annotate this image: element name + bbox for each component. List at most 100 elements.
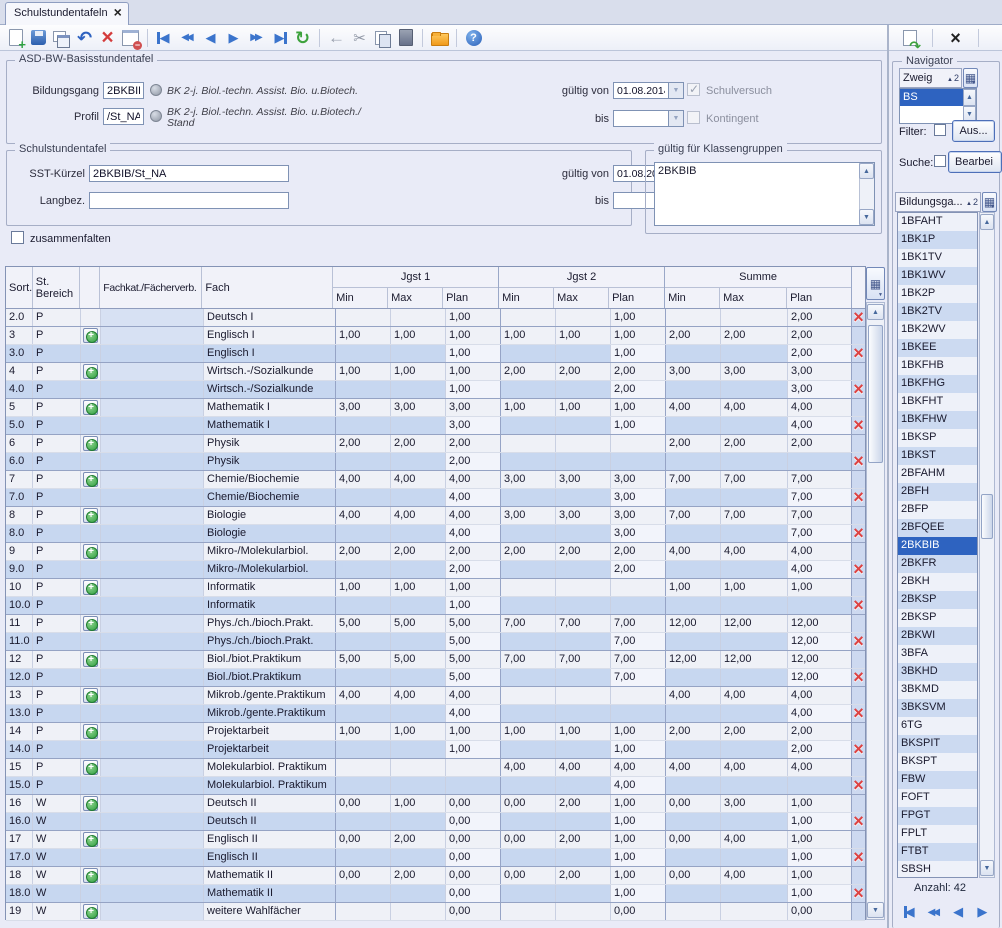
- cell-st-bereich[interactable]: P: [33, 363, 81, 380]
- zweig-column-header[interactable]: Zweig 2: [899, 68, 962, 88]
- cell-fach[interactable]: Deutsch II: [204, 795, 336, 812]
- cell-j2-max[interactable]: 2,00: [556, 543, 611, 560]
- table-vertical-scrollbar[interactable]: [866, 302, 885, 920]
- cell-j1-plan[interactable]: 2,00: [446, 543, 501, 560]
- cell-fach[interactable]: Biologie: [204, 525, 336, 542]
- cell-j1-min[interactable]: [336, 849, 391, 866]
- cell-sum-min[interactable]: 0,00: [666, 831, 721, 848]
- cell-j2-plan[interactable]: 3,00: [611, 471, 666, 488]
- cell-sum-plan[interactable]: [788, 777, 852, 794]
- cell-sort[interactable]: 3.0: [6, 345, 33, 362]
- asd-bis-field[interactable]: [613, 110, 669, 127]
- bildungsgang-item[interactable]: 2BFQEE: [898, 519, 977, 537]
- folders-icon[interactable]: [428, 27, 451, 49]
- cell-fachkat[interactable]: [101, 705, 204, 722]
- cell-sum-plan[interactable]: 1,00: [788, 867, 852, 884]
- cell-sum-min[interactable]: [666, 849, 721, 866]
- cell-j2-plan[interactable]: 1,00: [611, 399, 666, 416]
- cell-j2-max[interactable]: [556, 579, 611, 596]
- cell-fachkat[interactable]: [101, 579, 204, 596]
- cell-st-bereich[interactable]: P: [33, 669, 81, 686]
- cell-j2-max[interactable]: [556, 633, 611, 650]
- cell-j1-min[interactable]: [336, 633, 391, 650]
- cell-j1-plan[interactable]: 0,00: [446, 885, 501, 902]
- cell-j2-min[interactable]: [501, 741, 556, 758]
- cell-sum-plan[interactable]: 7,00: [788, 507, 852, 524]
- cell-sum-min[interactable]: 7,00: [666, 471, 721, 488]
- cell-j2-min[interactable]: [501, 597, 556, 614]
- cell-st-bereich[interactable]: W: [33, 849, 81, 866]
- delete-row-button[interactable]: [853, 706, 864, 722]
- cell-sum-max[interactable]: [721, 777, 788, 794]
- add-row-button[interactable]: [83, 436, 98, 451]
- cell-j1-plan[interactable]: 5,00: [446, 651, 501, 668]
- delete-row-button[interactable]: [853, 742, 864, 758]
- cell-j1-min[interactable]: [336, 759, 391, 776]
- cell-fachkat[interactable]: [101, 687, 204, 704]
- cell-j1-plan[interactable]: 5,00: [446, 633, 501, 650]
- scroll-up-icon[interactable]: [980, 214, 994, 230]
- add-row-button[interactable]: [83, 472, 98, 487]
- cell-j2-max[interactable]: [556, 561, 611, 578]
- bildungsgang-item[interactable]: 1BKFHB: [898, 357, 977, 375]
- zweig-listbox[interactable]: BS: [899, 88, 977, 124]
- cell-j1-max[interactable]: 4,00: [391, 687, 446, 704]
- cell-j2-min[interactable]: [501, 633, 556, 650]
- cell-sum-min[interactable]: 2,00: [666, 723, 721, 740]
- col-header-plan[interactable]: Plan: [787, 288, 851, 308]
- cell-st-bereich[interactable]: P: [33, 741, 81, 758]
- cell-sum-max[interactable]: [721, 705, 788, 722]
- filter-aus-button[interactable]: Aus...: [952, 120, 995, 142]
- cell-j2-plan[interactable]: 1,00: [611, 831, 666, 848]
- cell-j1-plan[interactable]: 0,00: [446, 903, 501, 920]
- add-row-button[interactable]: [83, 328, 98, 343]
- cell-sum-min[interactable]: [666, 885, 721, 902]
- cell-fachkat[interactable]: [101, 381, 204, 398]
- cell-j2-max[interactable]: [556, 741, 611, 758]
- add-row-button[interactable]: [83, 508, 98, 523]
- cell-j2-min[interactable]: 7,00: [501, 615, 556, 632]
- cell-sum-max[interactable]: 4,00: [721, 759, 788, 776]
- delete-row-button[interactable]: [853, 346, 864, 362]
- cell-j2-plan[interactable]: 2,00: [611, 561, 666, 578]
- filter-checkbox[interactable]: [934, 124, 946, 136]
- cell-fach[interactable]: Mathematik I: [204, 399, 336, 416]
- cell-sum-max[interactable]: [721, 813, 788, 830]
- cell-j1-plan[interactable]: 1,00: [446, 327, 501, 344]
- cell-sum-min[interactable]: [666, 813, 721, 830]
- cell-fach[interactable]: Biologie: [204, 507, 336, 524]
- cell-sum-plan[interactable]: 2,00: [788, 435, 852, 452]
- cell-j1-min[interactable]: [336, 669, 391, 686]
- cell-fach[interactable]: Mathematik I: [204, 417, 336, 434]
- tab-close-icon[interactable]: [114, 7, 122, 20]
- cell-j2-plan[interactable]: 7,00: [611, 669, 666, 686]
- nav-fast-back-icon[interactable]: [924, 901, 943, 923]
- cell-fachkat[interactable]: [101, 345, 204, 362]
- cell-st-bereich[interactable]: W: [33, 831, 81, 848]
- cell-j1-max[interactable]: 2,00: [391, 867, 446, 884]
- bildungsgang-item[interactable]: 1BKST: [898, 447, 977, 465]
- cell-sum-min[interactable]: 4,00: [666, 759, 721, 776]
- cell-j2-plan[interactable]: 1,00: [611, 849, 666, 866]
- cell-st-bereich[interactable]: P: [33, 651, 81, 668]
- cell-fachkat[interactable]: [101, 903, 204, 920]
- cell-fach[interactable]: Chemie/Biochemie: [204, 471, 336, 488]
- cell-j2-plan[interactable]: 1,00: [611, 813, 666, 830]
- bildungsgang-column-header[interactable]: Bildungsga... 2: [895, 192, 981, 212]
- cell-j1-plan[interactable]: [446, 777, 501, 794]
- cell-j2-plan[interactable]: 3,00: [611, 525, 666, 542]
- cell-sum-max[interactable]: [721, 669, 788, 686]
- nav-back-icon[interactable]: [199, 27, 222, 49]
- cell-j2-plan[interactable]: 2,00: [611, 381, 666, 398]
- delete-row-button[interactable]: [853, 886, 864, 902]
- cell-fach[interactable]: Physik: [204, 435, 336, 452]
- cell-j2-min[interactable]: [501, 705, 556, 722]
- add-row-button[interactable]: [83, 544, 98, 559]
- cell-sum-plan[interactable]: 1,00: [788, 813, 852, 830]
- cell-j1-plan[interactable]: 4,00: [446, 687, 501, 704]
- cell-j1-plan[interactable]: 4,00: [446, 525, 501, 542]
- add-row-button[interactable]: [83, 832, 98, 847]
- cell-sort[interactable]: 5: [6, 399, 33, 416]
- cell-fachkat[interactable]: [101, 543, 204, 560]
- cell-j2-plan[interactable]: 1,00: [611, 885, 666, 902]
